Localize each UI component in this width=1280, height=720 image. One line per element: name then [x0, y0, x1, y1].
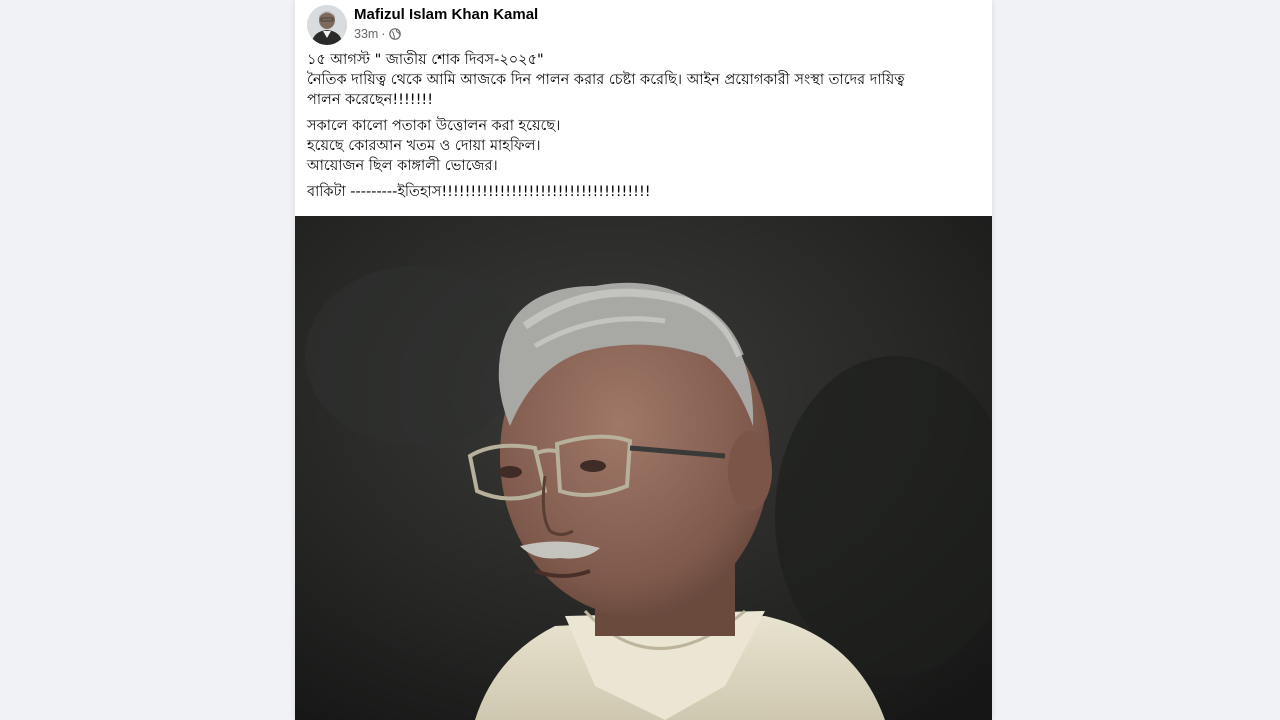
post-text-line: ১৫ আগস্ট " জাতীয় শোক দিবস-২০২৫" [307, 52, 544, 68]
post-card: Mafizul Islam Khan Kamal 33m · ১৫ আগস্ট … [295, 0, 992, 720]
post-timestamp[interactable]: 33m [354, 27, 378, 41]
post-paragraph-1: ১৫ আগস্ট " জাতীয় শোক দিবস-২০২৫" নৈতিক দ… [307, 50, 982, 110]
author-name-link[interactable]: Mafizul Islam Khan Kamal [354, 6, 538, 23]
post-text-line: পালন করেছেন!!!!!!! [307, 92, 434, 108]
author-avatar[interactable] [307, 5, 347, 45]
post-paragraph-2: সকালে কালো পতাকা উত্তোলন করা হয়েছে। হয়… [307, 116, 982, 176]
post-meta: 33m · [354, 27, 401, 41]
portrait-photo [295, 216, 992, 720]
globe-icon[interactable] [388, 28, 401, 40]
post-text-line: হয়েছে কোরআন খতম ও দোয়া মাহফিল। [307, 138, 541, 154]
post-text-line: আয়োজন ছিল কাঙ্গালী ভোজের। [307, 158, 498, 174]
post-text-line: সকালে কালো পতাকা উত্তোলন করা হয়েছে। [307, 118, 561, 134]
post-text: ১৫ আগস্ট " জাতীয় শোক দিবস-২০২৫" নৈতিক দ… [307, 50, 982, 208]
post-paragraph-3: বাকিটা ---------ইতিহাস!!!!!!!!!!!!!!!!!!… [307, 182, 982, 202]
avatar-image [307, 5, 347, 45]
meta-separator: · [381, 27, 386, 41]
post-text-line: বাকিটা ---------ইতিহাস!!!!!!!!!!!!!!!!!!… [307, 184, 651, 200]
post-photo[interactable] [295, 216, 992, 720]
feed-page: Mafizul Islam Khan Kamal 33m · ১৫ আগস্ট … [0, 0, 1280, 720]
post-header: Mafizul Islam Khan Kamal 33m · [295, 0, 992, 50]
post-text-line: নৈতিক দায়িত্ব থেকে আমি আজকে দিন পালন কর… [307, 72, 905, 88]
